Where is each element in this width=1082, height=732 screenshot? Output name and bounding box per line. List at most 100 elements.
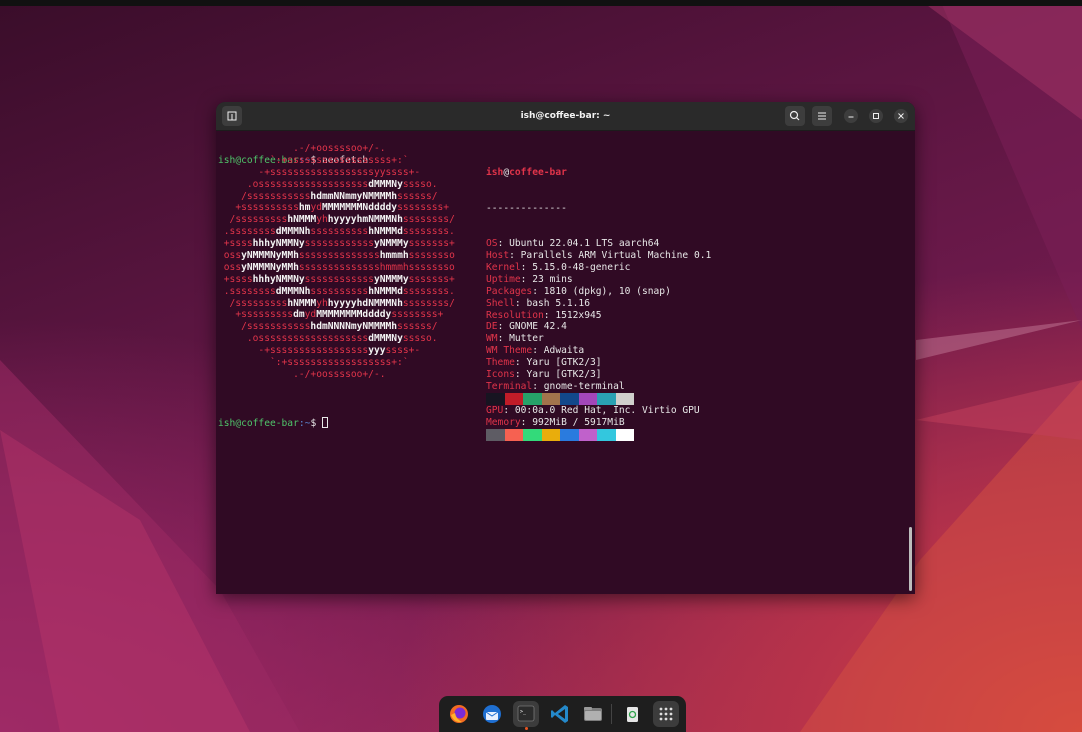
info-row: DE: GNOME 42.4 (486, 321, 711, 333)
logo-segment: ssssssss. (402, 226, 455, 238)
ubuntu-ascii-logo: .-/+oossssoo+/-. `:+ssssssssssssssssss+:… (218, 143, 455, 381)
info-row: WM: Mutter (486, 333, 711, 345)
logo-line: /ssssssssssshdmmNNmmyNMMMMhssssss/ (218, 191, 455, 203)
logo-segment: dm (293, 309, 305, 321)
terminal-window[interactable]: ish@coffee-bar: ~ ish@coffee-bar:~$ neof… (216, 102, 915, 594)
logo-segment: -+sssssssssssssssss (218, 345, 369, 357)
info-row: Kernel: 5.15.0-48-generic (486, 262, 711, 274)
firefox-glyph (450, 705, 468, 723)
color-swatch (615, 392, 634, 405)
logo-segment: MMMMMMMMddddy (316, 309, 392, 321)
text-cursor (322, 417, 328, 428)
color-swatch (615, 428, 634, 441)
info-value: : GNOME 42.4 (497, 321, 567, 333)
logo-line: .osssssssssssssssssssdMMMNysssso. (218, 333, 455, 345)
app-grid-icon[interactable] (653, 701, 679, 727)
maximize-glyph (873, 113, 879, 119)
logo-line: +sssssssssshmydMMMMMMMNddddyssssssss+ (218, 202, 455, 214)
dock-separator (611, 704, 612, 724)
logo-segment: .ssssssss (218, 226, 276, 238)
files-icon[interactable] (580, 701, 606, 727)
logo-segment: ssssssssssssss (298, 250, 380, 262)
prompt-symbol-2: $ (310, 418, 317, 429)
logo-line: ossyNMMMNyMMhsssssssssssssshmmmhssssssso (218, 262, 455, 274)
color-swatch (597, 428, 616, 441)
logo-segment: ssssssss+ (397, 202, 450, 214)
logo-segment: dMMMNy (368, 178, 403, 190)
info-key: OS (486, 238, 498, 250)
svg-text:>_: >_ (520, 709, 527, 715)
logo-segment: hm (298, 202, 311, 214)
logo-line: +sssshhhyNMMNyssssssssssssyNMMMysssssss+ (218, 238, 455, 250)
scrollbar[interactable] (909, 527, 912, 591)
minimize-icon[interactable] (844, 109, 858, 123)
logo-segment: hNMMMd (368, 285, 403, 297)
logo-segment: hyyyyhmNMMMNh (327, 214, 403, 226)
info-value: : bash 5.1.16 (514, 297, 590, 309)
trash-icon[interactable] (619, 701, 645, 727)
info-value: : Adwaita (532, 345, 585, 357)
info-value: : Parallels ARM Virtual Machine 0.1 (509, 250, 712, 262)
firefox-icon[interactable] (446, 701, 472, 727)
prompt-user-2: ish@coffee-bar (218, 418, 299, 429)
logo-segment: /sssssssssss (218, 190, 311, 202)
logo-segment: sssssssssssssshmmmhssssssso (298, 261, 455, 273)
logo-segment: yyy (368, 345, 386, 357)
color-swatch (523, 392, 542, 405)
logo-segment: -+ssssssssssssssssssyyssss+- (218, 166, 421, 178)
info-row: Theme: Yaru [GTK2/3] (486, 357, 711, 369)
info-key: Packages (486, 285, 533, 297)
info-value: : Mutter (497, 333, 544, 345)
palette-bright-row (486, 428, 634, 441)
color-swatch (486, 392, 505, 405)
info-key: Host (486, 250, 510, 262)
logo-line: `:+ssssssssssssssssss+:` (218, 155, 455, 167)
logo-segment: .-/+oossssoo+/-. (218, 143, 386, 154)
info-key: Theme (486, 357, 515, 369)
logo-segment: yNMMMy (373, 238, 409, 250)
thunderbird-glyph (483, 705, 501, 723)
logo-segment: sssssss+ (408, 273, 455, 285)
logo-segment: .-/+oossssoo+/-. (218, 368, 386, 380)
info-key: Kernel (486, 262, 521, 273)
logo-segment: .osssssssssssssssssss (218, 178, 369, 190)
logo-line: -+sssssssssssssssssyyyssss+- (218, 345, 455, 357)
logo-segment: yNMMMNyMMh (241, 261, 299, 273)
logo-segment: ssssssss/ (402, 297, 455, 309)
info-key: DE (486, 321, 498, 333)
terminal-icon[interactable]: >_ (513, 701, 539, 730)
info-value: : Yaru [GTK2/3] (514, 357, 602, 369)
menu-icon[interactable] (812, 106, 832, 126)
logo-segment: yNMMMNyMMh (241, 250, 299, 262)
logo-segment: ssssssss+ (391, 309, 444, 321)
logo-segment: ssssssssssss (304, 273, 374, 285)
close-icon[interactable] (894, 109, 908, 123)
logo-segment: /sssssssss (218, 214, 288, 226)
info-value: : Ubuntu 22.04.1 LTS aarch64 (497, 238, 660, 250)
color-palette (486, 369, 634, 464)
thunderbird-icon[interactable] (479, 701, 505, 727)
vscode-icon[interactable] (547, 701, 573, 727)
logo-segment: `:+ssssssssssssssssss+:` (218, 357, 409, 369)
trash-glyph (627, 707, 638, 722)
logo-segment: oss (218, 250, 242, 262)
logo-line: ossyNMMMNyMMhsssssssssssssshmmmhssssssso (218, 250, 455, 262)
info-key: Resolution (486, 309, 544, 321)
terminal-content[interactable]: ish@coffee-bar:~$ neofetch .-/+oossssoo+… (218, 131, 907, 594)
info-key: Uptime (486, 273, 521, 285)
terminal-titlebar[interactable]: ish@coffee-bar: ~ (216, 102, 915, 131)
logo-segment: sssso. (402, 333, 438, 345)
search-icon[interactable] (785, 106, 805, 126)
info-separator: -------------- (486, 202, 567, 214)
info-row: Resolution: 1512x945 (486, 310, 711, 322)
maximize-icon[interactable] (869, 109, 883, 123)
logo-segment: `:+ssssssssssssssssss+:` (218, 154, 409, 166)
window-title: ish@coffee-bar: ~ (520, 111, 611, 121)
logo-line: -+ssssssssssssssssssyyssss+- (218, 167, 455, 179)
logo-segment: ssssss/ (397, 190, 438, 202)
color-swatch (541, 392, 560, 405)
logo-line: .ssssssssdMMMNhsssssssssshNMMMdssssssss. (218, 286, 455, 298)
logo-segment: ssssssssssss (304, 238, 374, 250)
logo-segment: hNMMM (287, 297, 317, 309)
logo-line: .osssssssssssssssssssdMMMNysssso. (218, 179, 455, 191)
